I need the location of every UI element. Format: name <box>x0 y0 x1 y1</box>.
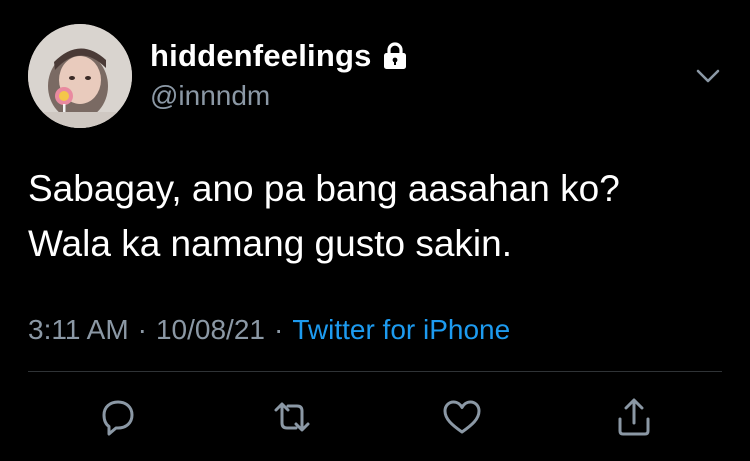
heart-icon <box>443 400 481 434</box>
tweet-metadata: 3:11 AM · 10/08/21 · Twitter for iPhone <box>28 314 510 346</box>
like-button[interactable] <box>440 395 484 439</box>
share-button[interactable] <box>612 395 656 439</box>
author-handle[interactable]: @innndm <box>150 80 270 112</box>
tweet-action-bar <box>0 395 750 439</box>
tweet-date[interactable]: 10/08/21 <box>156 314 265 345</box>
divider <box>28 371 722 372</box>
tweet-text: Sabagay, ano pa bang aasahan ko? Wala ka… <box>28 161 728 271</box>
tweet-text-line: Wala ka namang gusto sakin. <box>28 223 512 264</box>
author-display-name-row[interactable]: hiddenfeelings <box>150 38 408 74</box>
share-icon <box>618 398 650 436</box>
reply-icon <box>102 400 134 436</box>
retweet-icon <box>274 402 310 432</box>
avatar-image <box>28 24 132 128</box>
separator-dot: · <box>273 314 284 345</box>
tweet-time[interactable]: 3:11 AM <box>28 314 129 345</box>
chevron-down-icon[interactable] <box>694 62 722 90</box>
reply-button[interactable] <box>96 395 140 439</box>
author-display-name[interactable]: hiddenfeelings <box>150 38 372 74</box>
retweet-button[interactable] <box>270 395 314 439</box>
lock-icon <box>383 42 406 69</box>
tweet-text-line: Sabagay, ano pa bang aasahan ko? <box>28 168 620 209</box>
separator-dot: · <box>137 314 147 345</box>
tweet-source-link[interactable]: Twitter for iPhone <box>292 314 510 345</box>
avatar[interactable] <box>28 24 132 128</box>
